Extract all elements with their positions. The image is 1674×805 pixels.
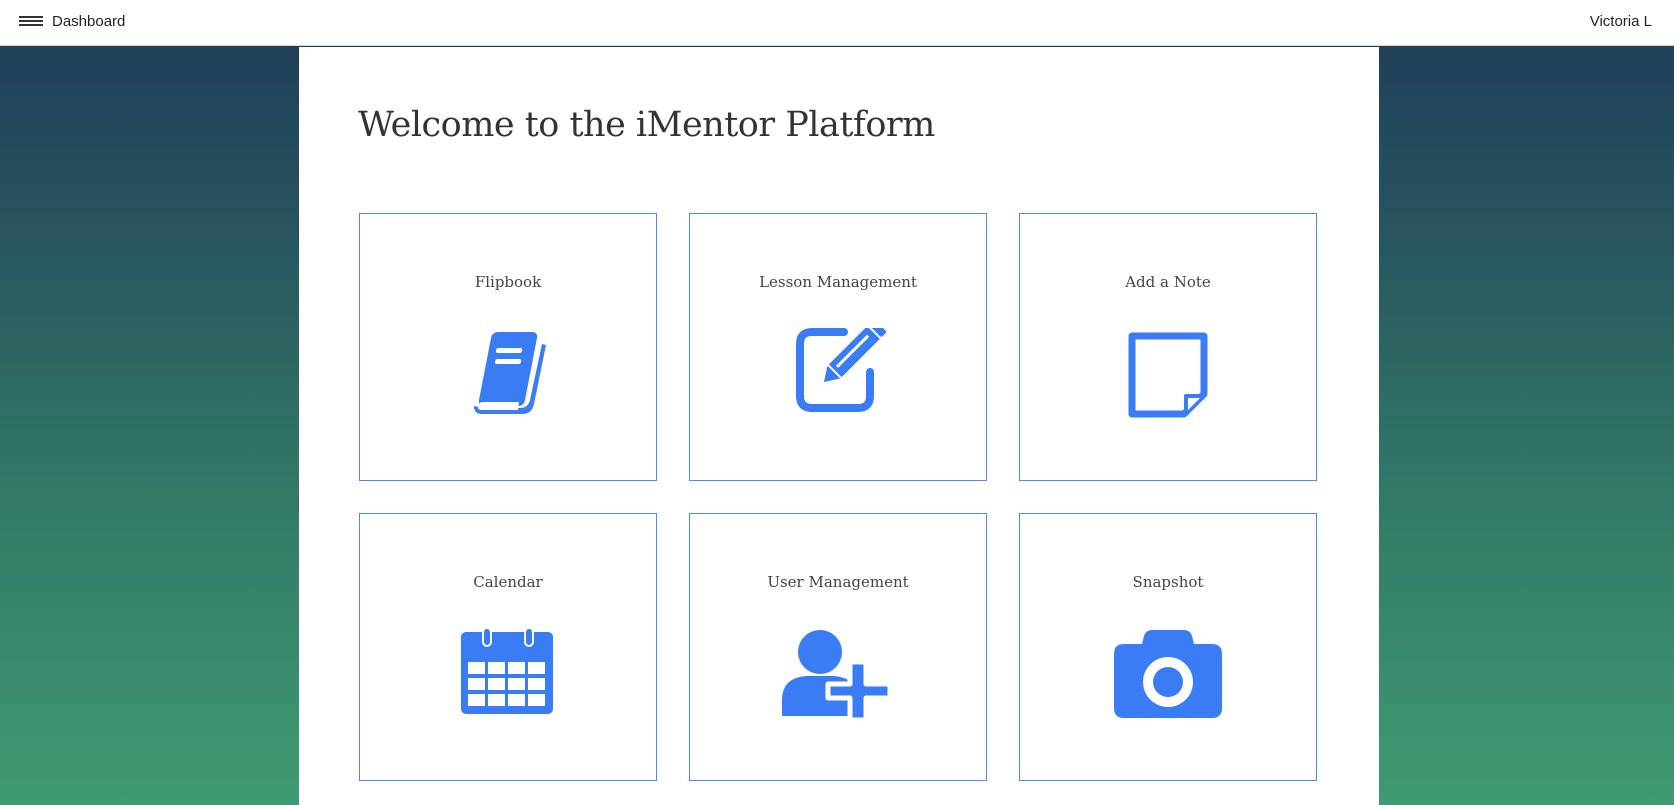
main-content: Welcome to the iMentor Platform Flipbook… — [299, 47, 1379, 805]
tile-label: Snapshot — [1132, 573, 1204, 591]
camera-icon — [1108, 628, 1228, 724]
page-title: Welcome to the iMentor Platform — [358, 105, 935, 145]
note-icon — [1108, 328, 1228, 424]
lesson-management-tile[interactable]: Lesson Management — [689, 213, 987, 481]
user-management-tile[interactable]: User Management — [689, 513, 987, 781]
top-bar: Dashboard Victoria L — [0, 0, 1674, 46]
add-note-tile[interactable]: Add a Note — [1019, 213, 1317, 481]
dashboard-title[interactable]: Dashboard — [52, 12, 125, 32]
snapshot-tile[interactable]: Snapshot — [1019, 513, 1317, 781]
calendar-tile[interactable]: Calendar — [359, 513, 657, 781]
user-menu[interactable]: Victoria L — [1590, 12, 1652, 32]
add-user-icon — [778, 628, 898, 724]
tile-label: Calendar — [473, 573, 543, 591]
edit-icon — [778, 328, 898, 424]
tile-label: User Management — [767, 573, 909, 591]
tile-label: Add a Note — [1125, 273, 1211, 291]
flipbook-tile[interactable]: Flipbook — [359, 213, 657, 481]
tile-label: Lesson Management — [759, 273, 917, 291]
calendar-icon — [448, 628, 568, 724]
tile-label: Flipbook — [474, 273, 542, 291]
book-icon — [448, 328, 568, 424]
hamburger-icon[interactable] — [19, 14, 43, 32]
